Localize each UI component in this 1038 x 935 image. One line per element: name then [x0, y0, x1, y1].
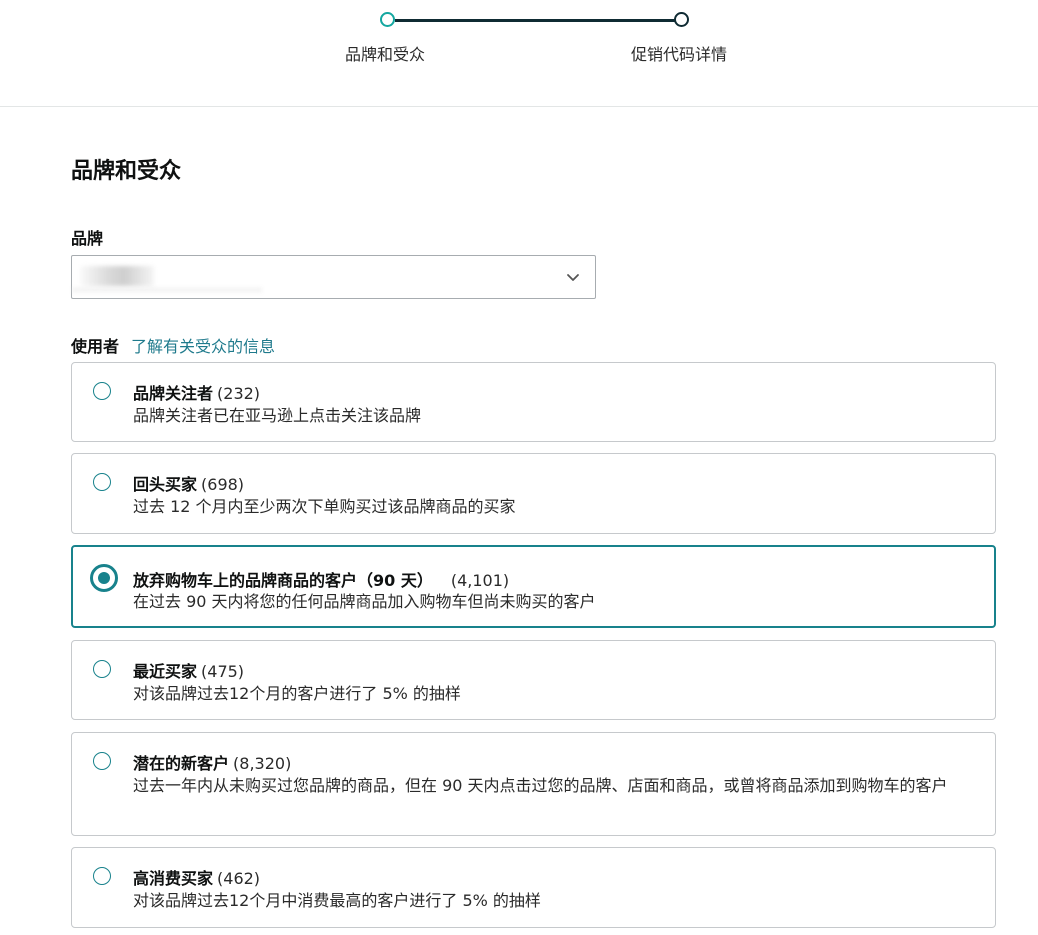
option-title: 最近买家 (475) — [133, 658, 244, 682]
radio-button-checked[interactable] — [90, 564, 118, 592]
learn-about-audience-link[interactable]: 了解有关受众的信息 — [131, 333, 275, 357]
radio-button[interactable] — [93, 752, 111, 770]
option-name: 回头买家 — [133, 475, 198, 494]
brand-select[interactable] — [71, 255, 596, 299]
step-2-indicator-icon — [674, 12, 689, 27]
option-description: 在过去 90 天内将您的任何品牌商品加入购物车但尚未购买的客户 — [133, 592, 596, 611]
brand-label: 品牌 — [71, 229, 104, 248]
chevron-down-icon — [567, 274, 579, 281]
option-description: 过去一年内从未购买过您品牌的商品，但在 90 天内点击过您的品牌、店面和商品，或… — [133, 776, 948, 795]
option-description: 对该品牌过去12个月中消费最高的客户进行了 5% 的抽样 — [133, 891, 541, 910]
stepper-connector-line — [395, 19, 675, 22]
radio-button[interactable] — [93, 473, 111, 491]
radio-button[interactable] — [93, 660, 111, 678]
brand-value-redacted-underline — [72, 288, 262, 292]
option-name: 放弃购物车上的品牌商品的客户（90 天） — [133, 571, 433, 590]
audience-option-potential-new-customers[interactable]: 潜在的新客户 (8,320) 过去一年内从未购买过您品牌的商品，但在 90 天内点… — [71, 732, 996, 836]
section-title: 品牌和受众 — [71, 159, 182, 184]
brand-value-redacted — [80, 266, 154, 286]
option-count: (698) — [201, 475, 245, 494]
option-name: 高消费买家 — [133, 869, 214, 888]
option-title: 放弃购物车上的品牌商品的客户（90 天） (4,101) — [133, 567, 509, 591]
audience-label: 使用者 — [71, 337, 120, 356]
option-name: 潜在的新客户 — [133, 754, 230, 773]
option-title: 回头买家 (698) — [133, 471, 244, 495]
progress-stepper: 品牌和受众 促销代码详情 — [0, 0, 1038, 107]
option-count: (462) — [217, 869, 261, 888]
option-title: 高消费买家 (462) — [133, 865, 260, 889]
option-count: (4,101) — [450, 571, 510, 590]
option-name: 最近买家 — [133, 662, 198, 681]
step-2-label[interactable]: 促销代码详情 — [631, 41, 727, 65]
option-title: 品牌关注者 (232) — [133, 380, 260, 404]
audience-option-cart-abandoners[interactable]: 放弃购物车上的品牌商品的客户（90 天） (4,101) 在过去 90 天内将您的… — [71, 545, 996, 628]
audience-option-top-spenders[interactable]: 高消费买家 (462) 对该品牌过去12个月中消费最高的客户进行了 5% 的抽样 — [71, 847, 996, 928]
audience-option-brand-followers[interactable]: 品牌关注者 (232) 品牌关注者已在亚马逊上点击关注该品牌 — [71, 362, 996, 442]
option-count: (232) — [217, 384, 261, 403]
option-count: (8,320) — [233, 754, 292, 773]
option-title: 潜在的新客户 (8,320) — [133, 750, 291, 774]
option-description: 品牌关注者已在亚马逊上点击关注该品牌 — [133, 406, 422, 425]
audience-option-repeat-buyers[interactable]: 回头买家 (698) 过去 12 个月内至少两次下单购买过该品牌商品的买家 — [71, 453, 996, 534]
radio-button[interactable] — [93, 382, 111, 400]
option-name: 品牌关注者 — [133, 384, 214, 403]
audience-option-recent-buyers[interactable]: 最近买家 (475) 对该品牌过去12个月的客户进行了 5% 的抽样 — [71, 640, 996, 720]
radio-button[interactable] — [93, 867, 111, 885]
step-1-indicator-icon — [380, 12, 395, 27]
step-1-label[interactable]: 品牌和受众 — [345, 41, 425, 65]
option-description: 对该品牌过去12个月的客户进行了 5% 的抽样 — [133, 684, 461, 703]
option-description: 过去 12 个月内至少两次下单购买过该品牌商品的买家 — [133, 497, 516, 516]
option-count: (475) — [201, 662, 245, 681]
